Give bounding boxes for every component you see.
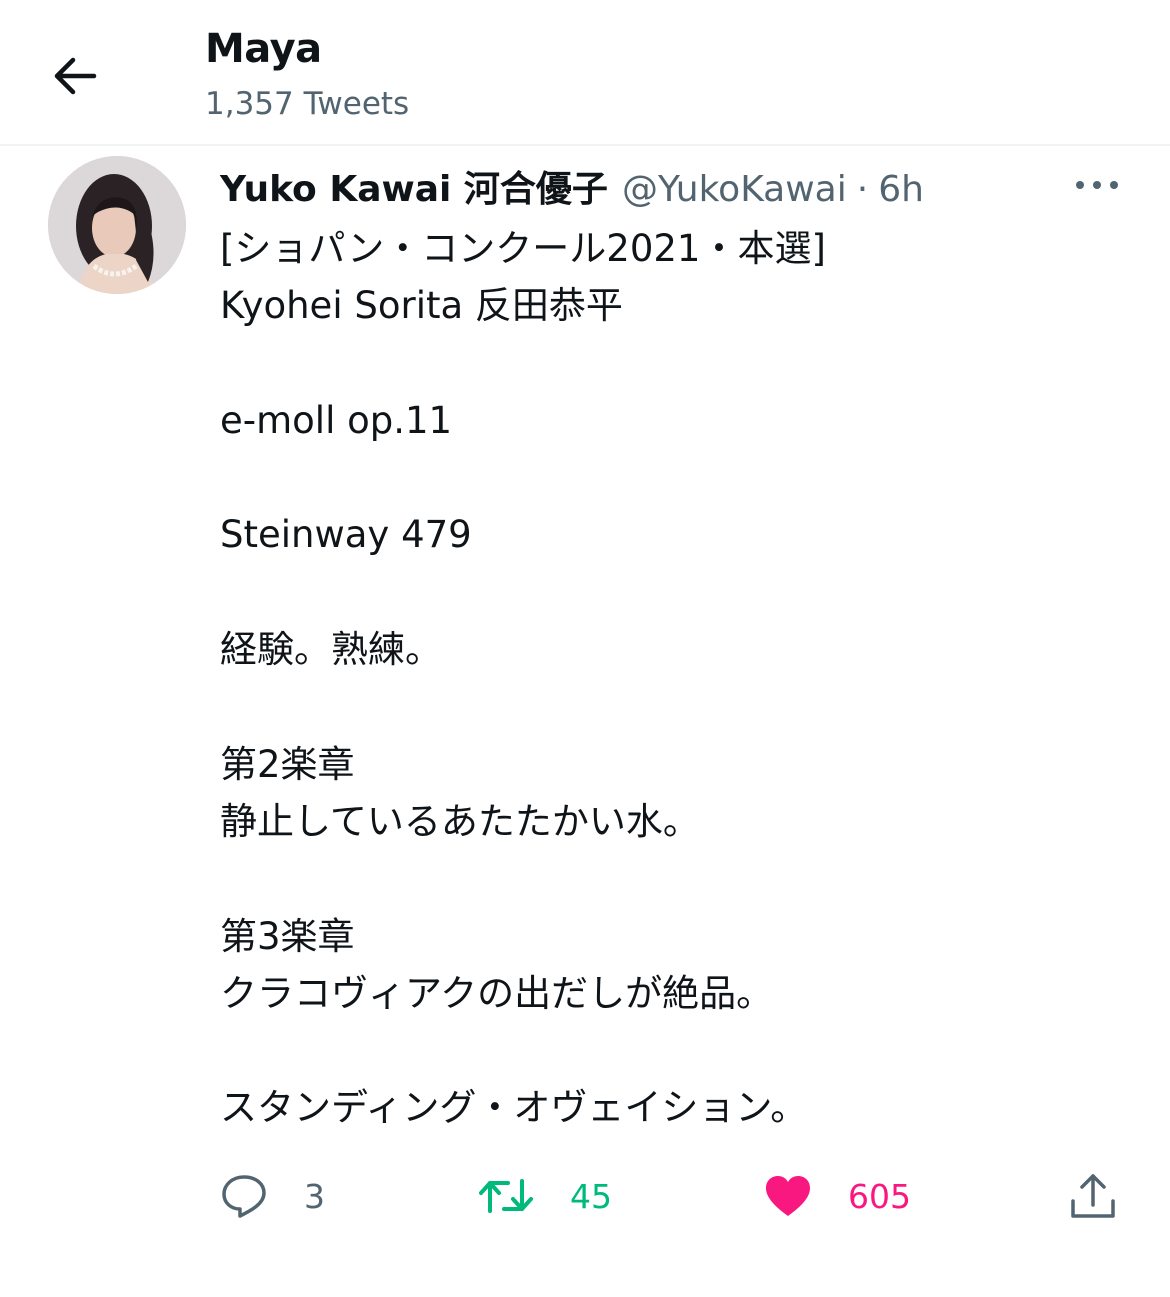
tweet-line: 第2楽章 <box>220 742 355 786</box>
speech-bubble-icon <box>222 1175 266 1218</box>
tweet-line <box>220 1022 1120 1079</box>
tweet-line <box>220 678 1120 735</box>
reply-button[interactable]: 3 <box>220 1166 325 1226</box>
tweet-line: スタンディング・オヴェイション。 <box>220 1086 808 1130</box>
tweet-line: クラコヴィアクの出だしが絶品。 <box>220 971 774 1015</box>
tweet-line <box>220 850 1120 907</box>
tweet-line: 静止しているあたたかい水。 <box>220 799 700 843</box>
retweet-count: 45 <box>570 1176 612 1216</box>
retweet-button[interactable]: 45 <box>478 1166 612 1226</box>
arrow-left-icon <box>54 57 97 95</box>
tweet-body: [ショパン・コンクール2021・本選] Kyohei Sorita 反田恭平 e… <box>220 220 1120 1137</box>
tweet[interactable]: Yuko Kawai 河合優子 @YukoKawai · 6h [ショパン・コン… <box>0 148 1170 1297</box>
tweet-line: 第3楽章 <box>220 914 355 958</box>
avatar-image <box>48 156 186 294</box>
more-dot <box>1110 181 1118 189</box>
tweet-line <box>220 564 1120 621</box>
avatar[interactable] <box>48 156 186 294</box>
reply-count: 3 <box>304 1176 325 1216</box>
tweet-line <box>220 449 1120 506</box>
more-dot <box>1076 181 1084 189</box>
like-count: 605 <box>848 1176 911 1216</box>
tweet-line: e-moll op.11 <box>220 398 453 442</box>
share-upload-icon <box>1071 1174 1115 1218</box>
tweet-count: 1,357 Tweets <box>205 86 410 122</box>
more-options-button[interactable] <box>1072 170 1122 200</box>
retweet-icon <box>479 1179 533 1213</box>
tweet-header: Yuko Kawai 河合優子 @YukoKawai · 6h <box>220 160 924 210</box>
back-button[interactable] <box>44 48 104 104</box>
like-button[interactable]: 605 <box>764 1166 911 1226</box>
heart-icon <box>766 1176 810 1216</box>
tweet-actions: 3 45 605 <box>220 1166 1120 1226</box>
author-name[interactable]: Yuko Kawai 河合優子 <box>220 160 608 212</box>
separator-dot: · <box>856 169 869 210</box>
page-title: Maya <box>205 26 322 72</box>
tweet-line: Steinway 479 <box>220 513 472 557</box>
profile-header: Maya 1,357 Tweets <box>0 0 1170 146</box>
more-dot <box>1093 181 1101 189</box>
tweet-timestamp[interactable]: 6h <box>878 169 924 210</box>
author-handle[interactable]: @YukoKawai <box>622 169 847 210</box>
tweet-line <box>220 335 1120 392</box>
share-button[interactable] <box>1068 1166 1118 1226</box>
tweet-line: 経験。熟練。 <box>220 628 442 672</box>
tweet-line: Kyohei Sorita 反田恭平 <box>220 284 623 328</box>
tweet-line: [ショパン・コンクール2021・本選] <box>220 227 826 270</box>
